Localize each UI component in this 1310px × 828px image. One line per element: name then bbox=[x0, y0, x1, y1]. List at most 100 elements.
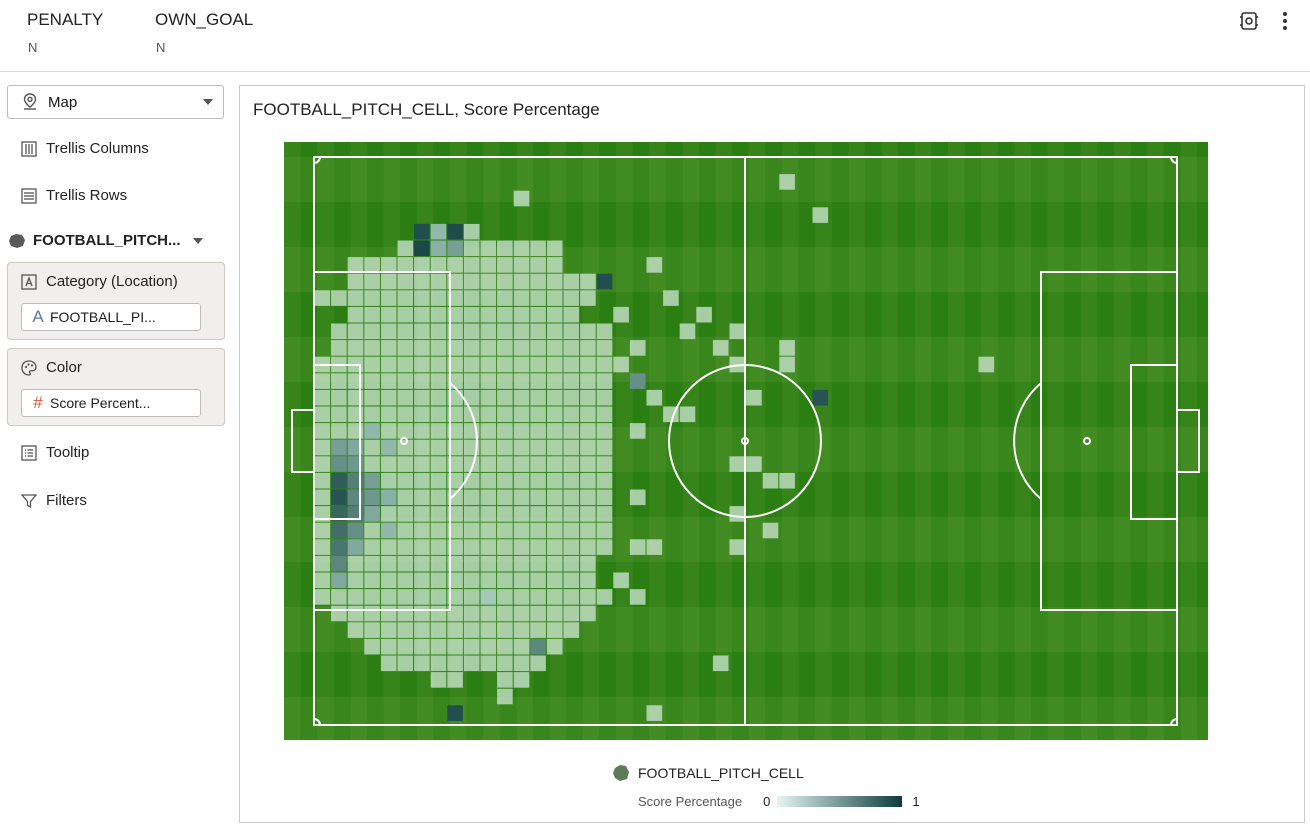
heatmap-cell[interactable] bbox=[497, 655, 513, 672]
heatmap-cell[interactable] bbox=[530, 572, 546, 589]
heatmap-cell[interactable] bbox=[364, 356, 380, 373]
heatmap-cell[interactable] bbox=[513, 190, 530, 207]
heatmap-cell[interactable] bbox=[530, 406, 546, 423]
heatmap-cell[interactable] bbox=[364, 506, 380, 522]
heatmap-cell[interactable] bbox=[430, 655, 447, 672]
heatmap-cell[interactable] bbox=[497, 638, 513, 655]
heatmap-cell[interactable] bbox=[331, 423, 347, 439]
heatmap-cell[interactable] bbox=[414, 522, 430, 539]
heatmap-cell[interactable] bbox=[729, 539, 746, 555]
heatmap-cell[interactable] bbox=[546, 522, 563, 539]
heatmap-cell[interactable] bbox=[596, 589, 613, 605]
heatmap-cell[interactable] bbox=[364, 439, 380, 456]
heatmap-cell[interactable] bbox=[480, 489, 497, 506]
heatmap-cell[interactable] bbox=[513, 423, 530, 439]
heatmap-cell[interactable] bbox=[546, 539, 563, 555]
heatmap-cell[interactable] bbox=[563, 273, 580, 290]
heatmap-cell[interactable] bbox=[580, 340, 596, 356]
heatmap-cell[interactable] bbox=[430, 290, 447, 306]
filter-own-goal[interactable]: OWN_GOAL N bbox=[155, 10, 253, 55]
heatmap-cell[interactable] bbox=[596, 472, 613, 489]
heatmap-cell[interactable] bbox=[513, 306, 530, 323]
heatmap-cell[interactable] bbox=[580, 406, 596, 423]
heatmap-cell[interactable] bbox=[414, 589, 430, 605]
heatmap-cell[interactable] bbox=[331, 489, 347, 506]
heatmap-cell[interactable] bbox=[513, 472, 530, 489]
heatmap-cell[interactable] bbox=[480, 323, 497, 340]
heatmap-cell[interactable] bbox=[563, 406, 580, 423]
heatmap-cell[interactable] bbox=[380, 572, 397, 589]
heatmap-cell[interactable] bbox=[314, 539, 331, 555]
heatmap-cell[interactable] bbox=[596, 522, 613, 539]
heatmap-cell[interactable] bbox=[563, 506, 580, 522]
heatmap-cell[interactable] bbox=[430, 638, 447, 655]
heatmap-cell[interactable] bbox=[331, 539, 347, 555]
heatmap-cell[interactable] bbox=[530, 423, 546, 439]
heatmap-cell[interactable] bbox=[331, 472, 347, 489]
heatmap-cell[interactable] bbox=[414, 323, 430, 340]
heatmap-cell[interactable] bbox=[546, 638, 563, 655]
heatmap-cell[interactable] bbox=[480, 439, 497, 456]
heatmap-cell[interactable] bbox=[546, 306, 563, 323]
heatmap-cell[interactable] bbox=[414, 423, 430, 439]
heatmap-cell[interactable] bbox=[364, 290, 380, 306]
heatmap-cell[interactable] bbox=[331, 439, 347, 456]
heatmap-cell[interactable] bbox=[480, 290, 497, 306]
heatmap-cell[interactable] bbox=[513, 522, 530, 539]
heatmap-cell[interactable] bbox=[497, 340, 513, 356]
heatmap-cell[interactable] bbox=[546, 589, 563, 605]
heatmap-cell[interactable] bbox=[580, 423, 596, 439]
heatmap-cell[interactable] bbox=[580, 273, 596, 290]
heatmap-cell[interactable] bbox=[546, 555, 563, 572]
heatmap-cell[interactable] bbox=[629, 373, 646, 389]
heatmap-cell[interactable] bbox=[397, 306, 414, 323]
heatmap-cell[interactable] bbox=[580, 489, 596, 506]
heatmap-cell[interactable] bbox=[530, 373, 546, 389]
heatmap-cell[interactable] bbox=[430, 356, 447, 373]
heatmap-cell[interactable] bbox=[347, 622, 364, 638]
heatmap-cell[interactable] bbox=[480, 373, 497, 389]
heatmap-cell[interactable] bbox=[746, 456, 762, 472]
heatmap-cell[interactable] bbox=[546, 605, 563, 622]
heatmap-cell[interactable] bbox=[629, 489, 646, 506]
heatmap-cell[interactable] bbox=[746, 389, 762, 406]
heatmap-cell[interactable] bbox=[380, 356, 397, 373]
heatmap-cell[interactable] bbox=[679, 323, 696, 340]
heatmap-cell[interactable] bbox=[530, 290, 546, 306]
heatmap-cell[interactable] bbox=[463, 373, 480, 389]
heatmap-cell[interactable] bbox=[580, 456, 596, 472]
heatmap-cell[interactable] bbox=[364, 638, 380, 655]
heatmap-cell[interactable] bbox=[314, 456, 331, 472]
heatmap-cell[interactable] bbox=[480, 555, 497, 572]
heatmap-cell[interactable] bbox=[679, 406, 696, 423]
heatmap-cell[interactable] bbox=[596, 423, 613, 439]
heatmap-cell[interactable] bbox=[447, 240, 463, 257]
heatmap-cell[interactable] bbox=[729, 456, 746, 472]
heatmap-cell[interactable] bbox=[430, 373, 447, 389]
heatmap-cell[interactable] bbox=[364, 257, 380, 273]
heatmap-cell[interactable] bbox=[463, 555, 480, 572]
heatmap-cell[interactable] bbox=[463, 340, 480, 356]
heatmap-cell[interactable] bbox=[463, 257, 480, 273]
heatmap-cell[interactable] bbox=[563, 373, 580, 389]
heatmap-cell[interactable] bbox=[380, 306, 397, 323]
heatmap-cell[interactable] bbox=[397, 572, 414, 589]
heatmap-cell[interactable] bbox=[530, 389, 546, 406]
heatmap-cell[interactable] bbox=[380, 273, 397, 290]
heatmap-cell[interactable] bbox=[530, 622, 546, 638]
heatmap-cell[interactable] bbox=[430, 605, 447, 622]
heatmap-cell[interactable] bbox=[397, 439, 414, 456]
heatmap-cell[interactable] bbox=[364, 323, 380, 340]
heatmap-cell[interactable] bbox=[430, 406, 447, 423]
heatmap-cell[interactable] bbox=[497, 572, 513, 589]
heatmap-cell[interactable] bbox=[497, 257, 513, 273]
heatmap-cell[interactable] bbox=[380, 506, 397, 522]
heatmap-cell[interactable] bbox=[397, 472, 414, 489]
heatmap-cell[interactable] bbox=[364, 273, 380, 290]
heatmap-cell[interactable] bbox=[546, 257, 563, 273]
heatmap-cell[interactable] bbox=[497, 622, 513, 638]
heatmap-cell[interactable] bbox=[580, 506, 596, 522]
filters-row[interactable]: Filters bbox=[21, 492, 87, 509]
heatmap-cell[interactable] bbox=[779, 356, 795, 373]
heatmap-cell[interactable] bbox=[497, 323, 513, 340]
